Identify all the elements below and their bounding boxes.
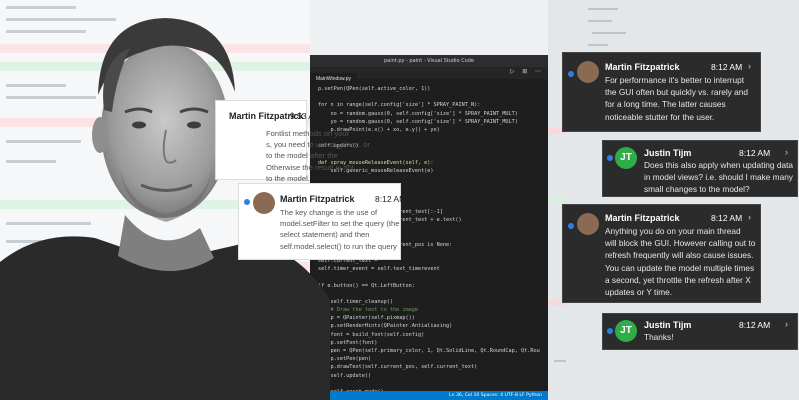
message-line: in model views? i.e. should I make many	[644, 172, 793, 183]
code-line: yo = random.gauss(0, self.config['size']…	[318, 118, 518, 125]
status-bar: Ln 36, Col 10 Spaces: 4 UTF-8 LF Python	[310, 391, 548, 400]
code-line: p.drawText(self.current_pos, self.curren…	[318, 364, 478, 371]
code-line: xo = random.gauss(0, self.config['size']…	[318, 110, 518, 117]
unread-dot-icon	[607, 328, 613, 334]
tree-line	[588, 20, 612, 22]
notification-light[interactable]: Martin Fitzpatrick 9:53 AM Fontlist meth…	[215, 100, 370, 183]
unread-dot-icon	[244, 199, 250, 205]
message-line: s, you need to use m_place, or	[266, 140, 370, 150]
unread-dot-icon	[568, 71, 574, 77]
avatar: JT	[615, 147, 637, 169]
message-line: Fontlist methods on your	[266, 129, 350, 138]
message-line: Otherwise the result is not	[266, 162, 354, 172]
chevron-right-icon[interactable]: ›	[748, 212, 751, 222]
message-line: updates or Y time.	[605, 287, 673, 298]
code-line: for n in range(self.config['size'] * SPR…	[318, 102, 481, 109]
timestamp: 8:12 AM	[711, 62, 743, 72]
unread-dot-icon	[568, 223, 574, 229]
notification-dark[interactable]: JT Justin Tijm 8:12 AM › Thanks!	[602, 313, 798, 350]
code-line: self.timer_cleanup()	[318, 298, 393, 305]
timestamp: 8:12 AM	[739, 148, 771, 158]
tree-line	[588, 8, 618, 10]
code-line: self.update()	[318, 372, 372, 379]
editor-actions-icon[interactable]: ▷ ⊞ ⋯	[510, 68, 544, 75]
avatar	[577, 213, 599, 235]
sender-name: Martin Fitzpatrick	[605, 213, 680, 223]
message-body: Thanks!	[644, 331, 674, 343]
timestamp: 8:12 AM	[711, 213, 743, 223]
avatar	[577, 61, 599, 83]
message-body: For performance it's better to interrupt…	[605, 74, 748, 123]
message-line: You can update the model multiple times	[605, 262, 755, 273]
message-line: For performance it's better to interrupt	[605, 75, 745, 85]
message-line: for a long time. The latter causes	[605, 99, 726, 110]
message-line: noticeable stutter for the user.	[605, 111, 715, 122]
timestamp: 8:12 AM	[739, 320, 771, 330]
unread-dot-icon	[607, 155, 613, 161]
message-line: select statement) and then	[280, 230, 370, 240]
message-line: a second, yet throttle the refresh after…	[605, 274, 751, 285]
message-body: Fontlist methods on your s, you need to …	[266, 128, 370, 184]
message-line: will block the GUI. However calling out …	[605, 238, 756, 249]
message-line: model.setFilter to set the query (the	[280, 219, 400, 229]
code-line: # Draw the text to the image	[318, 307, 418, 314]
message-line: small changes to the model?	[644, 184, 750, 195]
message-body: Does this also apply when updating data …	[644, 159, 793, 196]
timestamp: 9:53 AM	[290, 111, 322, 121]
code-line: self.timer_event = self.text_timerevent	[318, 266, 440, 273]
code-line: p.setRenderHints(QPainter.Antialiasing)	[318, 323, 453, 330]
code-line: pen = QPen(self.primary_color, 1, Qt.Sol…	[318, 348, 540, 354]
notification-dark[interactable]: JT Justin Tijm 8:12 AM › Does this also …	[602, 140, 798, 197]
vscode-title-bar: paint.py - paint - Visual Studio Code	[310, 55, 548, 67]
message-line: refresh frequently will also cause issue…	[605, 250, 754, 261]
sender-name: Martin Fitzpatrick	[280, 194, 355, 204]
message-body: Anything you do on your main thread will…	[605, 225, 755, 298]
tree-line	[588, 44, 608, 46]
notification-dark[interactable]: Martin Fitzpatrick 8:12 AM › Anything yo…	[562, 204, 761, 303]
sender-name: Justin Tijm	[644, 320, 692, 330]
code-line: p.setPen(pen)	[318, 356, 372, 363]
chevron-right-icon[interactable]: ›	[785, 147, 788, 157]
avatar: JT	[615, 320, 637, 342]
timestamp: 8:12 AM	[375, 194, 407, 204]
message-line: Thanks!	[644, 332, 674, 342]
message-line: to the model after the	[266, 151, 338, 161]
message-line: The key change is the use of	[280, 208, 378, 217]
chevron-right-icon[interactable]: ›	[748, 61, 751, 71]
notification-dark[interactable]: Martin Fitzpatrick 8:12 AM › For perform…	[562, 52, 761, 132]
message-line: the GUI often but quickly vs. rarely and	[605, 87, 748, 98]
sender-name: Martin Fitzpatrick	[605, 62, 680, 72]
code-line: if e.button() == Qt.LeftButton:	[318, 282, 415, 289]
avatar	[253, 192, 275, 214]
code-line: p.setFont(font)	[318, 339, 378, 346]
notification-light[interactable]: Martin Fitzpatrick 8:12 AM The key chang…	[238, 183, 406, 260]
message-line: self.model.select() to run the query	[280, 241, 397, 251]
message-body: The key change is the use of model.setFi…	[280, 207, 399, 252]
code-line: font = build_font(self.config)	[318, 331, 425, 338]
tree-line	[592, 32, 626, 34]
message-line: Does this also apply when updating data	[644, 160, 793, 170]
code-line: p = QPainter(self.pixmap())	[318, 315, 415, 322]
message-line: Anything you do on your main thread	[605, 226, 741, 236]
chevron-right-icon[interactable]: ›	[785, 319, 788, 329]
sender-name: Justin Tijm	[644, 148, 692, 158]
tree-highlight	[548, 196, 566, 202]
tree-line	[554, 360, 566, 362]
code-line: p.setPen(QPen(self.active_color, 1))	[318, 86, 431, 92]
